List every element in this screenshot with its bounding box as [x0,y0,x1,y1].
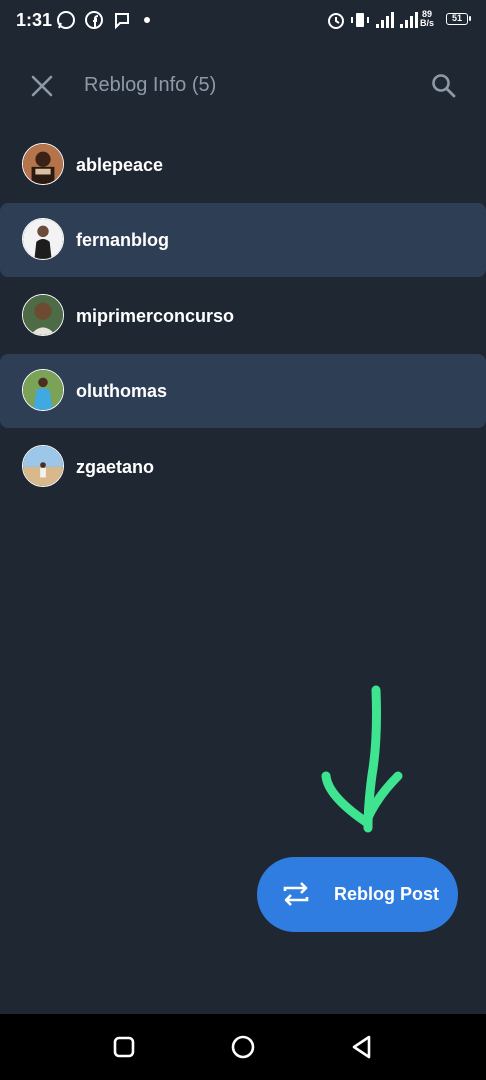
status-time: 1:31 [16,10,53,30]
avatar [22,294,64,336]
username: miprimerconcurso [76,306,235,326]
network-speed: 89 B/s [420,10,434,28]
username: oluthomas [76,381,168,401]
header: Reblog Info (5) [0,58,486,114]
network-speed-unit: B/s [420,18,435,28]
battery-indicator: 51 [446,13,471,25]
facebook-icon [85,11,103,29]
reblog-post-label: Reblog Post [334,884,440,904]
username: zgaetano [76,457,155,477]
square-icon[interactable] [109,1032,139,1062]
whatsapp-icon [57,11,75,29]
avatar [22,369,64,411]
repeat-icon [283,882,309,906]
list-item-miprimerconcurso[interactable]: miprimerconcurso [0,279,486,353]
avatar [22,445,64,487]
system-nav-bar [0,1014,486,1080]
alarm-icon [328,13,344,29]
list-item-ablepeace[interactable]: ablepeace [0,128,486,202]
status-bar: 1:31 89 B/s 51 [0,0,486,44]
avatar [22,143,64,185]
search-icon[interactable] [428,70,460,102]
annotation-arrow [321,685,403,833]
reblog-post-button[interactable]: Reblog Post [257,857,458,932]
username: fernanblog [76,230,169,250]
chat-icon [115,13,129,30]
list-item-zgaetano[interactable]: zgaetano [0,430,486,504]
list-item-oluthomas[interactable]: oluthomas [0,354,486,428]
page-title: Reblog Info (5) [84,74,217,96]
vibrate-icon [351,13,369,27]
circle-icon[interactable] [228,1032,258,1062]
username: ablepeace [76,155,164,175]
signal-icon [376,12,394,28]
signal-icon [400,12,418,28]
dot-icon [144,17,150,23]
close-icon[interactable] [26,70,58,102]
back-triangle-icon[interactable] [347,1032,377,1062]
list-item-fernanblog[interactable]: fernanblog [0,203,486,277]
avatar [22,218,64,260]
